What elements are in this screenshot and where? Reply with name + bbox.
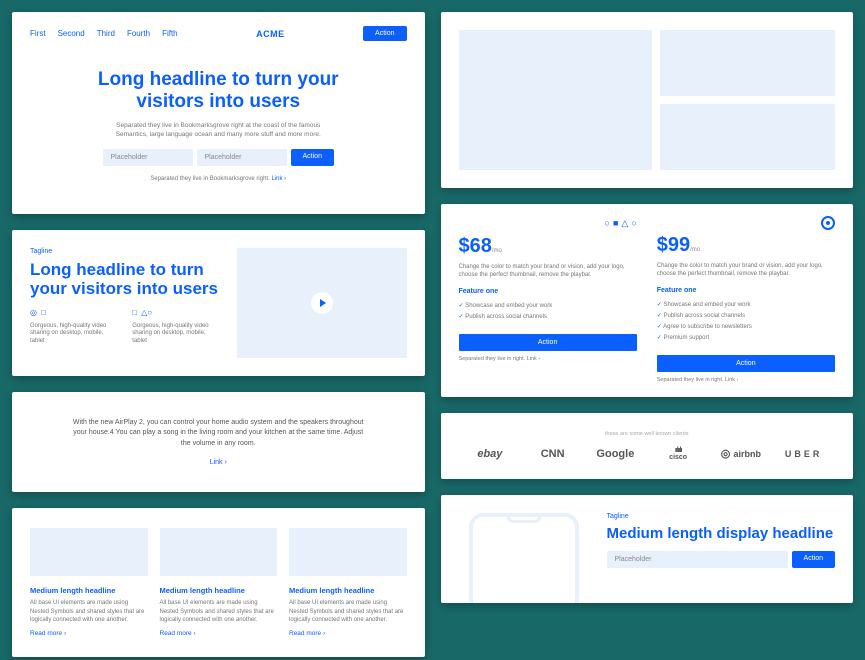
nav-link[interactable]: Third [97,29,115,38]
square-icon: □ [41,308,46,318]
feature-item: Showcase and embed your work [459,300,637,311]
image-placeholder [160,528,278,576]
nav-link[interactable]: Fourth [127,29,150,38]
target-icon [821,216,835,230]
price-period: /mo [690,247,700,253]
feature-list: Showcase and embed your work Publish acr… [459,300,637,322]
submit-button[interactable]: Action [792,551,835,568]
tagline: Tagline [30,248,219,255]
image-placeholder [289,528,407,576]
video-hero-card: Tagline Long headline to turn your visit… [12,230,425,376]
circle-icon: ○ [605,218,610,229]
logo: ACME [178,29,363,39]
nav-action-button[interactable]: Action [363,26,406,41]
feature-heading: Feature one [657,287,835,294]
price: $68 [459,235,492,257]
logo-ebay: ebay [459,448,522,460]
hero-subtext: Separated they live in Bookmarksgrove ri… [103,121,333,139]
feature-desc: All base UI elements are made using Nest… [30,599,148,624]
link[interactable]: Link › [72,459,365,466]
triangle-icon: △ [621,218,628,229]
feature-text: Gorgeous, high-quality video sharing on … [132,323,218,346]
logo-airbnb: ◎ airbnb [710,447,773,460]
logos-heading: these are some well known clients [459,431,836,437]
read-more-link[interactable]: Read more › [30,630,148,637]
square-icon: ■ [613,218,618,229]
paragraph: With the new AirPlay 2, you can control … [72,418,365,450]
plan-link[interactable]: Separated they live in right. Link › [657,377,835,383]
pricing-card: ○■△○ $68/mo Change the color to match yo… [441,204,854,397]
headline: Medium length display headline [607,526,836,543]
plan-button[interactable]: Action [459,334,637,351]
feature-text: Gorgeous, high-quality video sharing on … [30,323,116,346]
plan-icons: ○■△○ [459,218,637,229]
circle-icon: ○ [631,218,636,229]
logo-uber: UBER [772,449,835,459]
foot-link[interactable]: Link › [271,176,286,182]
input-field[interactable]: Placeholder [607,551,788,568]
price-period: /mo [492,248,502,254]
read-more-link[interactable]: Read more › [289,630,407,637]
image-placeholder [459,30,652,170]
hero-card: First Second Third Fourth Fifth ACME Act… [12,12,425,214]
phone-notch [507,517,541,523]
logos-card: these are some well known clients ebay C… [441,413,854,479]
logo-cnn: CNN [521,448,584,460]
plan-button[interactable]: Action [657,355,835,372]
feature-heading: Medium length headline [30,586,148,595]
feature-heading: Feature one [459,288,637,295]
feature-item: Agree to subscribe to newsletters [657,321,835,332]
image-placeholder [660,104,835,170]
plan-link[interactable]: Separated they live in right. Link › [459,356,637,362]
feature-item: Premium support [657,332,835,343]
headline: Long headline to turn your visitors into… [30,261,219,298]
video-placeholder[interactable] [237,248,407,358]
read-more-link[interactable]: Read more › [160,630,278,637]
text-card: With the new AirPlay 2, you can control … [12,392,425,493]
price: $99 [657,234,690,256]
feature-heading: Medium length headline [160,586,278,595]
feature-icons: □ △○ [132,308,218,318]
navbar: First Second Third Fourth Fifth ACME Act… [30,26,407,41]
phone-hero-card: Tagline Medium length display headline P… [441,495,854,603]
feature-desc: All base UI elements are made using Nest… [289,599,407,624]
nav-link[interactable]: Fifth [162,29,178,38]
feature-item: Publish across social channels [657,310,835,321]
footnote: Separated they live in Bookmarksgrove ri… [70,176,367,182]
logo-google: Google [584,448,647,460]
hero-headline: Long headline to turn your visitors into… [70,69,367,113]
feature-item: Publish across social channels [459,311,637,322]
play-icon[interactable] [311,292,333,314]
features-card: Medium length headline All base UI eleme… [12,508,425,656]
feature-list: Showcase and embed your work Publish acr… [657,299,835,343]
plan-desc: Change the color to match your brand or … [459,263,637,280]
input-field[interactable]: Placeholder [103,149,193,166]
phone-mockup [469,513,579,603]
shape-icon: △○ [141,308,152,318]
submit-button[interactable]: Action [291,149,334,166]
nav-link[interactable]: First [30,29,46,38]
feature-heading: Medium length headline [289,586,407,595]
logo-cisco: ıılıılıcisco [647,447,710,461]
gallery-card [441,12,854,188]
nav-link[interactable]: Second [58,29,85,38]
square-icon: □ [132,308,137,318]
image-placeholder [30,528,148,576]
tagline: Tagline [607,513,836,520]
feature-desc: All base UI elements are made using Nest… [160,599,278,624]
feature-item: Showcase and embed your work [657,299,835,310]
circle-icon: ◎ [30,308,37,318]
image-placeholder [660,30,835,96]
plan-desc: Change the color to match your brand or … [657,262,835,279]
input-field[interactable]: Placeholder [197,149,287,166]
feature-icons: ◎□ [30,308,116,318]
